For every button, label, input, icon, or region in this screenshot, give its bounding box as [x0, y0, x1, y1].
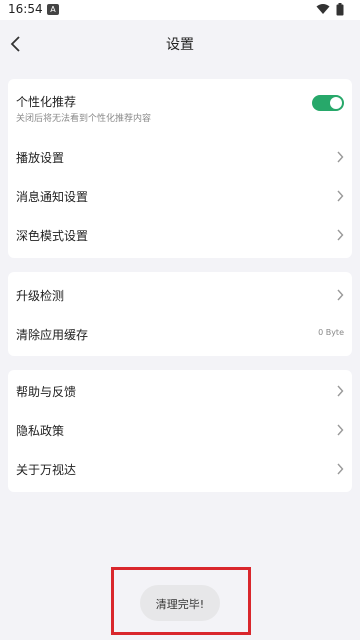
dark-mode-settings-row[interactable]: 深色模式设置: [8, 216, 352, 254]
chevron-right-icon: [337, 289, 344, 301]
status-bar: 16:54 A: [0, 0, 360, 20]
chevron-right-icon: [337, 229, 344, 241]
notification-badge-icon: A: [47, 4, 59, 15]
wifi-icon: [316, 4, 330, 14]
chevron-right-icon: [337, 424, 344, 436]
page-title: 设置: [166, 37, 194, 53]
status-icons: [312, 3, 352, 17]
notification-settings-row[interactable]: 消息通知设置: [8, 177, 352, 215]
privacy-policy-row[interactable]: 隐私政策: [8, 411, 352, 449]
personalized-recommendation-description: 关闭后将无法看到个性化推荐内容: [16, 114, 152, 124]
about-row[interactable]: 关于万视达: [8, 450, 352, 488]
playback-settings-label: 播放设置: [16, 151, 65, 165]
personalized-recommendation-label: 个性化推荐: [16, 95, 77, 109]
chevron-right-icon: [337, 385, 344, 397]
upgrade-check-row[interactable]: 升级检测: [8, 276, 352, 314]
clear-cache-label: 清除应用缓存: [16, 328, 89, 342]
settings-card-about: 帮助与反馈 隐私政策 关于万视达: [8, 370, 352, 492]
upgrade-check-label: 升级检测: [16, 289, 65, 303]
about-label: 关于万视达: [16, 463, 77, 477]
personalized-recommendation-row: 个性化推荐 关闭后将无法看到个性化推荐内容: [8, 89, 352, 129]
toggle-knob: [330, 97, 342, 109]
personalized-recommendation-toggle[interactable]: [312, 95, 344, 111]
chevron-right-icon: [337, 463, 344, 475]
highlight-box: [111, 567, 251, 635]
chevron-right-icon: [337, 151, 344, 163]
chevron-right-icon: [337, 190, 344, 202]
cache-size-value: 0 Byte: [318, 328, 344, 337]
dark-mode-settings-label: 深色模式设置: [16, 229, 89, 243]
header: 设置: [0, 20, 360, 68]
settings-card-general: 个性化推荐 关闭后将无法看到个性化推荐内容 播放设置 消息通知设置 深色模式设置: [8, 79, 352, 258]
notification-settings-label: 消息通知设置: [16, 190, 89, 204]
help-feedback-label: 帮助与反馈: [16, 385, 77, 399]
playback-settings-row[interactable]: 播放设置: [8, 138, 352, 176]
settings-card-app: 升级检测 清除应用缓存 0 Byte: [8, 272, 352, 356]
privacy-policy-label: 隐私政策: [16, 424, 65, 438]
status-time: 16:54: [8, 2, 43, 16]
battery-icon: [336, 3, 344, 16]
clear-cache-row[interactable]: 清除应用缓存 0 Byte: [8, 315, 352, 353]
help-feedback-row[interactable]: 帮助与反馈: [8, 372, 352, 410]
